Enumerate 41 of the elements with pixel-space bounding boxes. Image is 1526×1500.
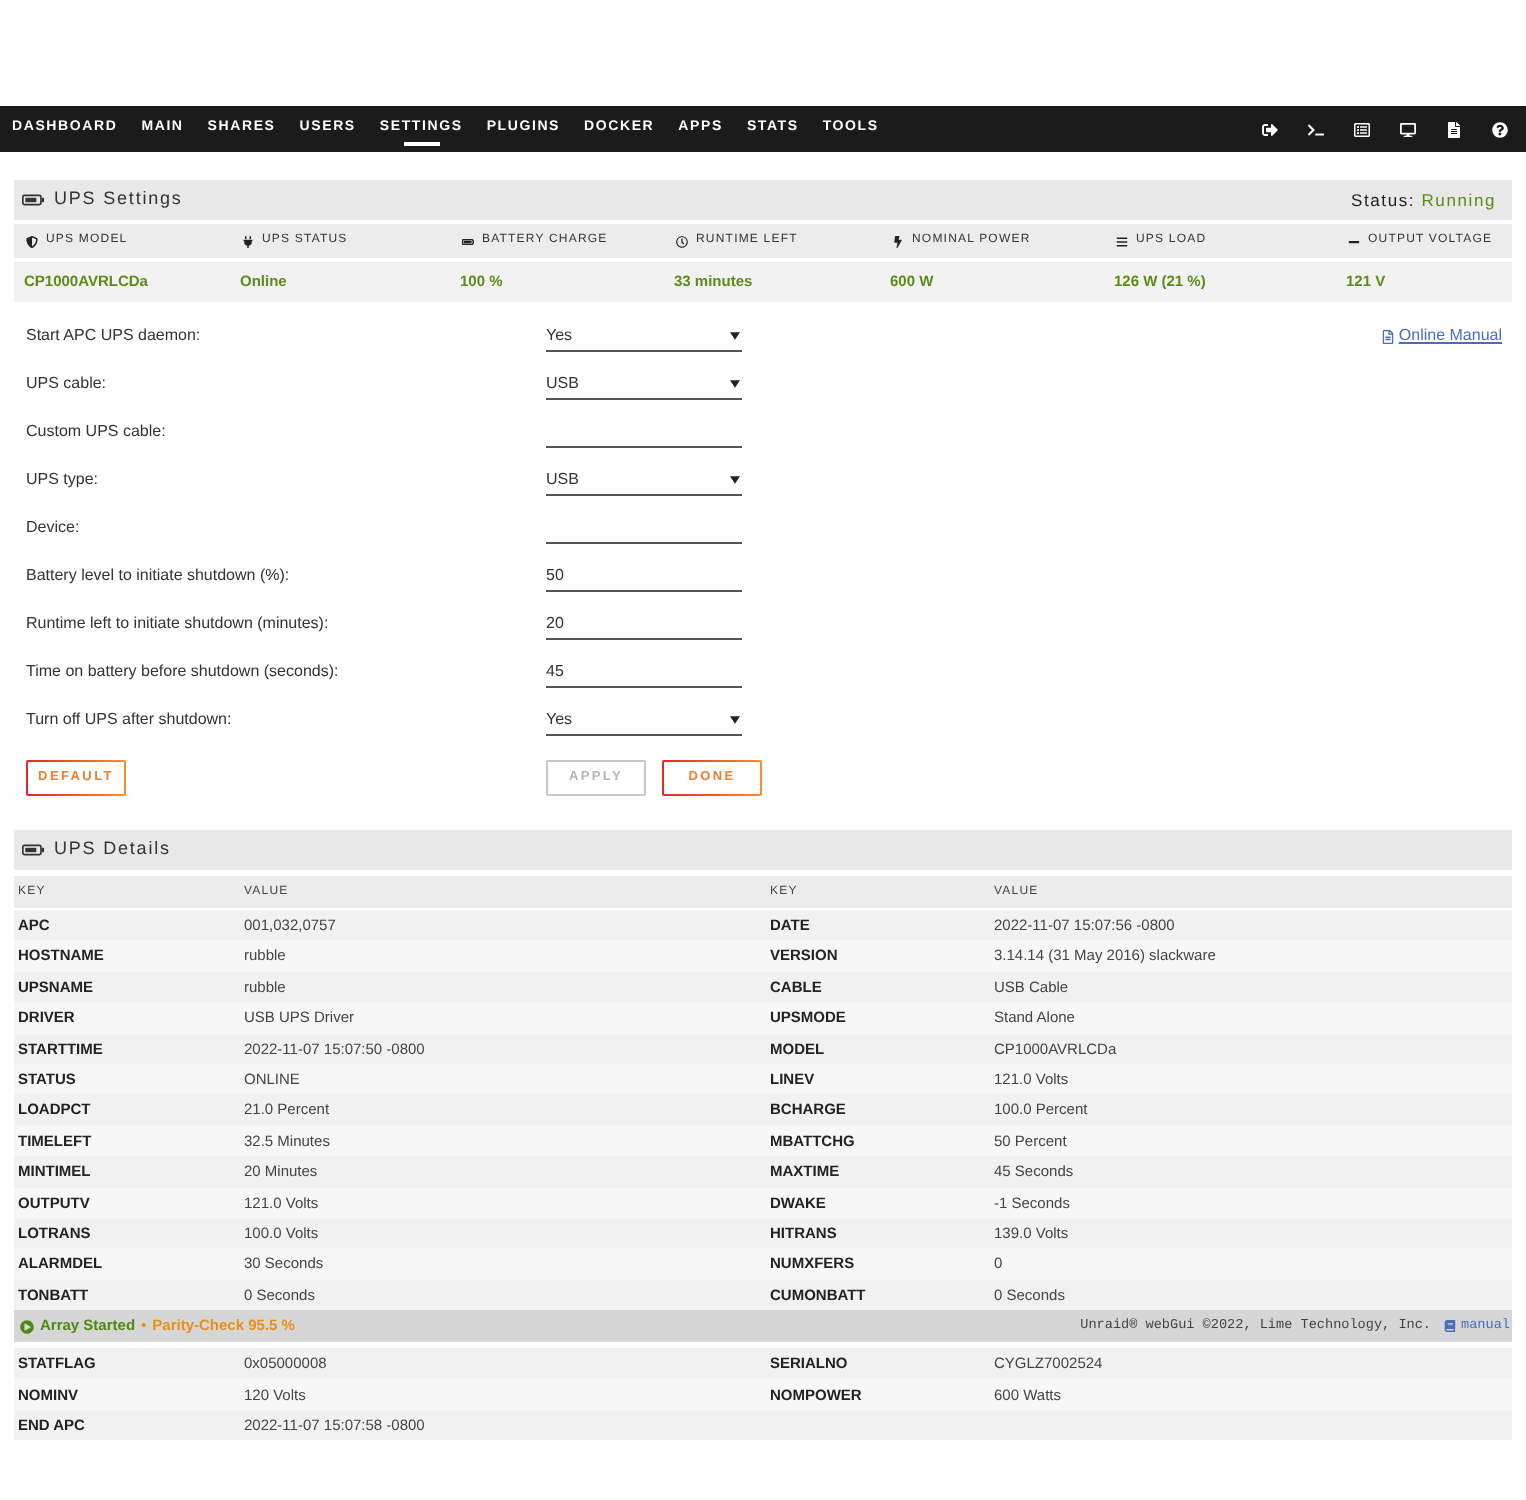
book-icon [1443, 1320, 1456, 1333]
caret-icon [730, 475, 740, 483]
battery-icon [462, 235, 474, 247]
field-label: Custom UPS cable: [26, 420, 168, 444]
caret-icon [730, 379, 740, 387]
notes-icon[interactable] [1354, 121, 1370, 137]
battery-icon [22, 194, 44, 206]
caret-icon [730, 715, 740, 723]
field-label: UPS cable: [26, 372, 109, 396]
sign-out-icon[interactable] [1262, 121, 1278, 137]
document-icon[interactable] [1446, 121, 1462, 137]
input-field[interactable]: 50 [546, 561, 742, 591]
select-field[interactable]: USB [546, 369, 742, 399]
field-label: UPS type: [26, 468, 101, 492]
shield-icon [26, 235, 38, 247]
section-title: UPS Settings [54, 186, 183, 213]
field-label: Time on battery before shutdown (seconds): [26, 660, 341, 684]
dash-icon [1348, 235, 1360, 247]
caret-icon [730, 331, 740, 339]
section-title: UPS Details [54, 836, 171, 863]
field-label: Start APC UPS daemon: [26, 324, 203, 348]
field-label: Battery level to initiate shutdown (%): [26, 564, 292, 588]
help-icon[interactable] [1492, 121, 1508, 137]
online-manual-link[interactable]: Online Manual [1382, 324, 1502, 348]
monitor-icon[interactable] [1400, 121, 1416, 137]
field-label: Runtime left to initiate shutdown (minutes): [26, 612, 331, 636]
select-field[interactable]: Yes [546, 321, 742, 351]
input-field[interactable]: 45 [546, 657, 742, 687]
select-field[interactable]: USB [546, 465, 742, 495]
status-text: Status: Running [1351, 187, 1496, 213]
bolt-icon [892, 235, 904, 247]
input-field[interactable]: 20 [546, 609, 742, 639]
document-icon [1382, 329, 1395, 343]
plug-icon [242, 235, 254, 247]
terminal-icon[interactable] [1308, 121, 1324, 137]
field-label: Turn off UPS after shutdown: [26, 708, 234, 732]
battery-icon [22, 844, 44, 856]
clock-icon [676, 235, 688, 247]
bars-icon [1116, 235, 1128, 247]
select-field[interactable]: Yes [546, 705, 742, 735]
field-label: Device: [26, 516, 82, 540]
